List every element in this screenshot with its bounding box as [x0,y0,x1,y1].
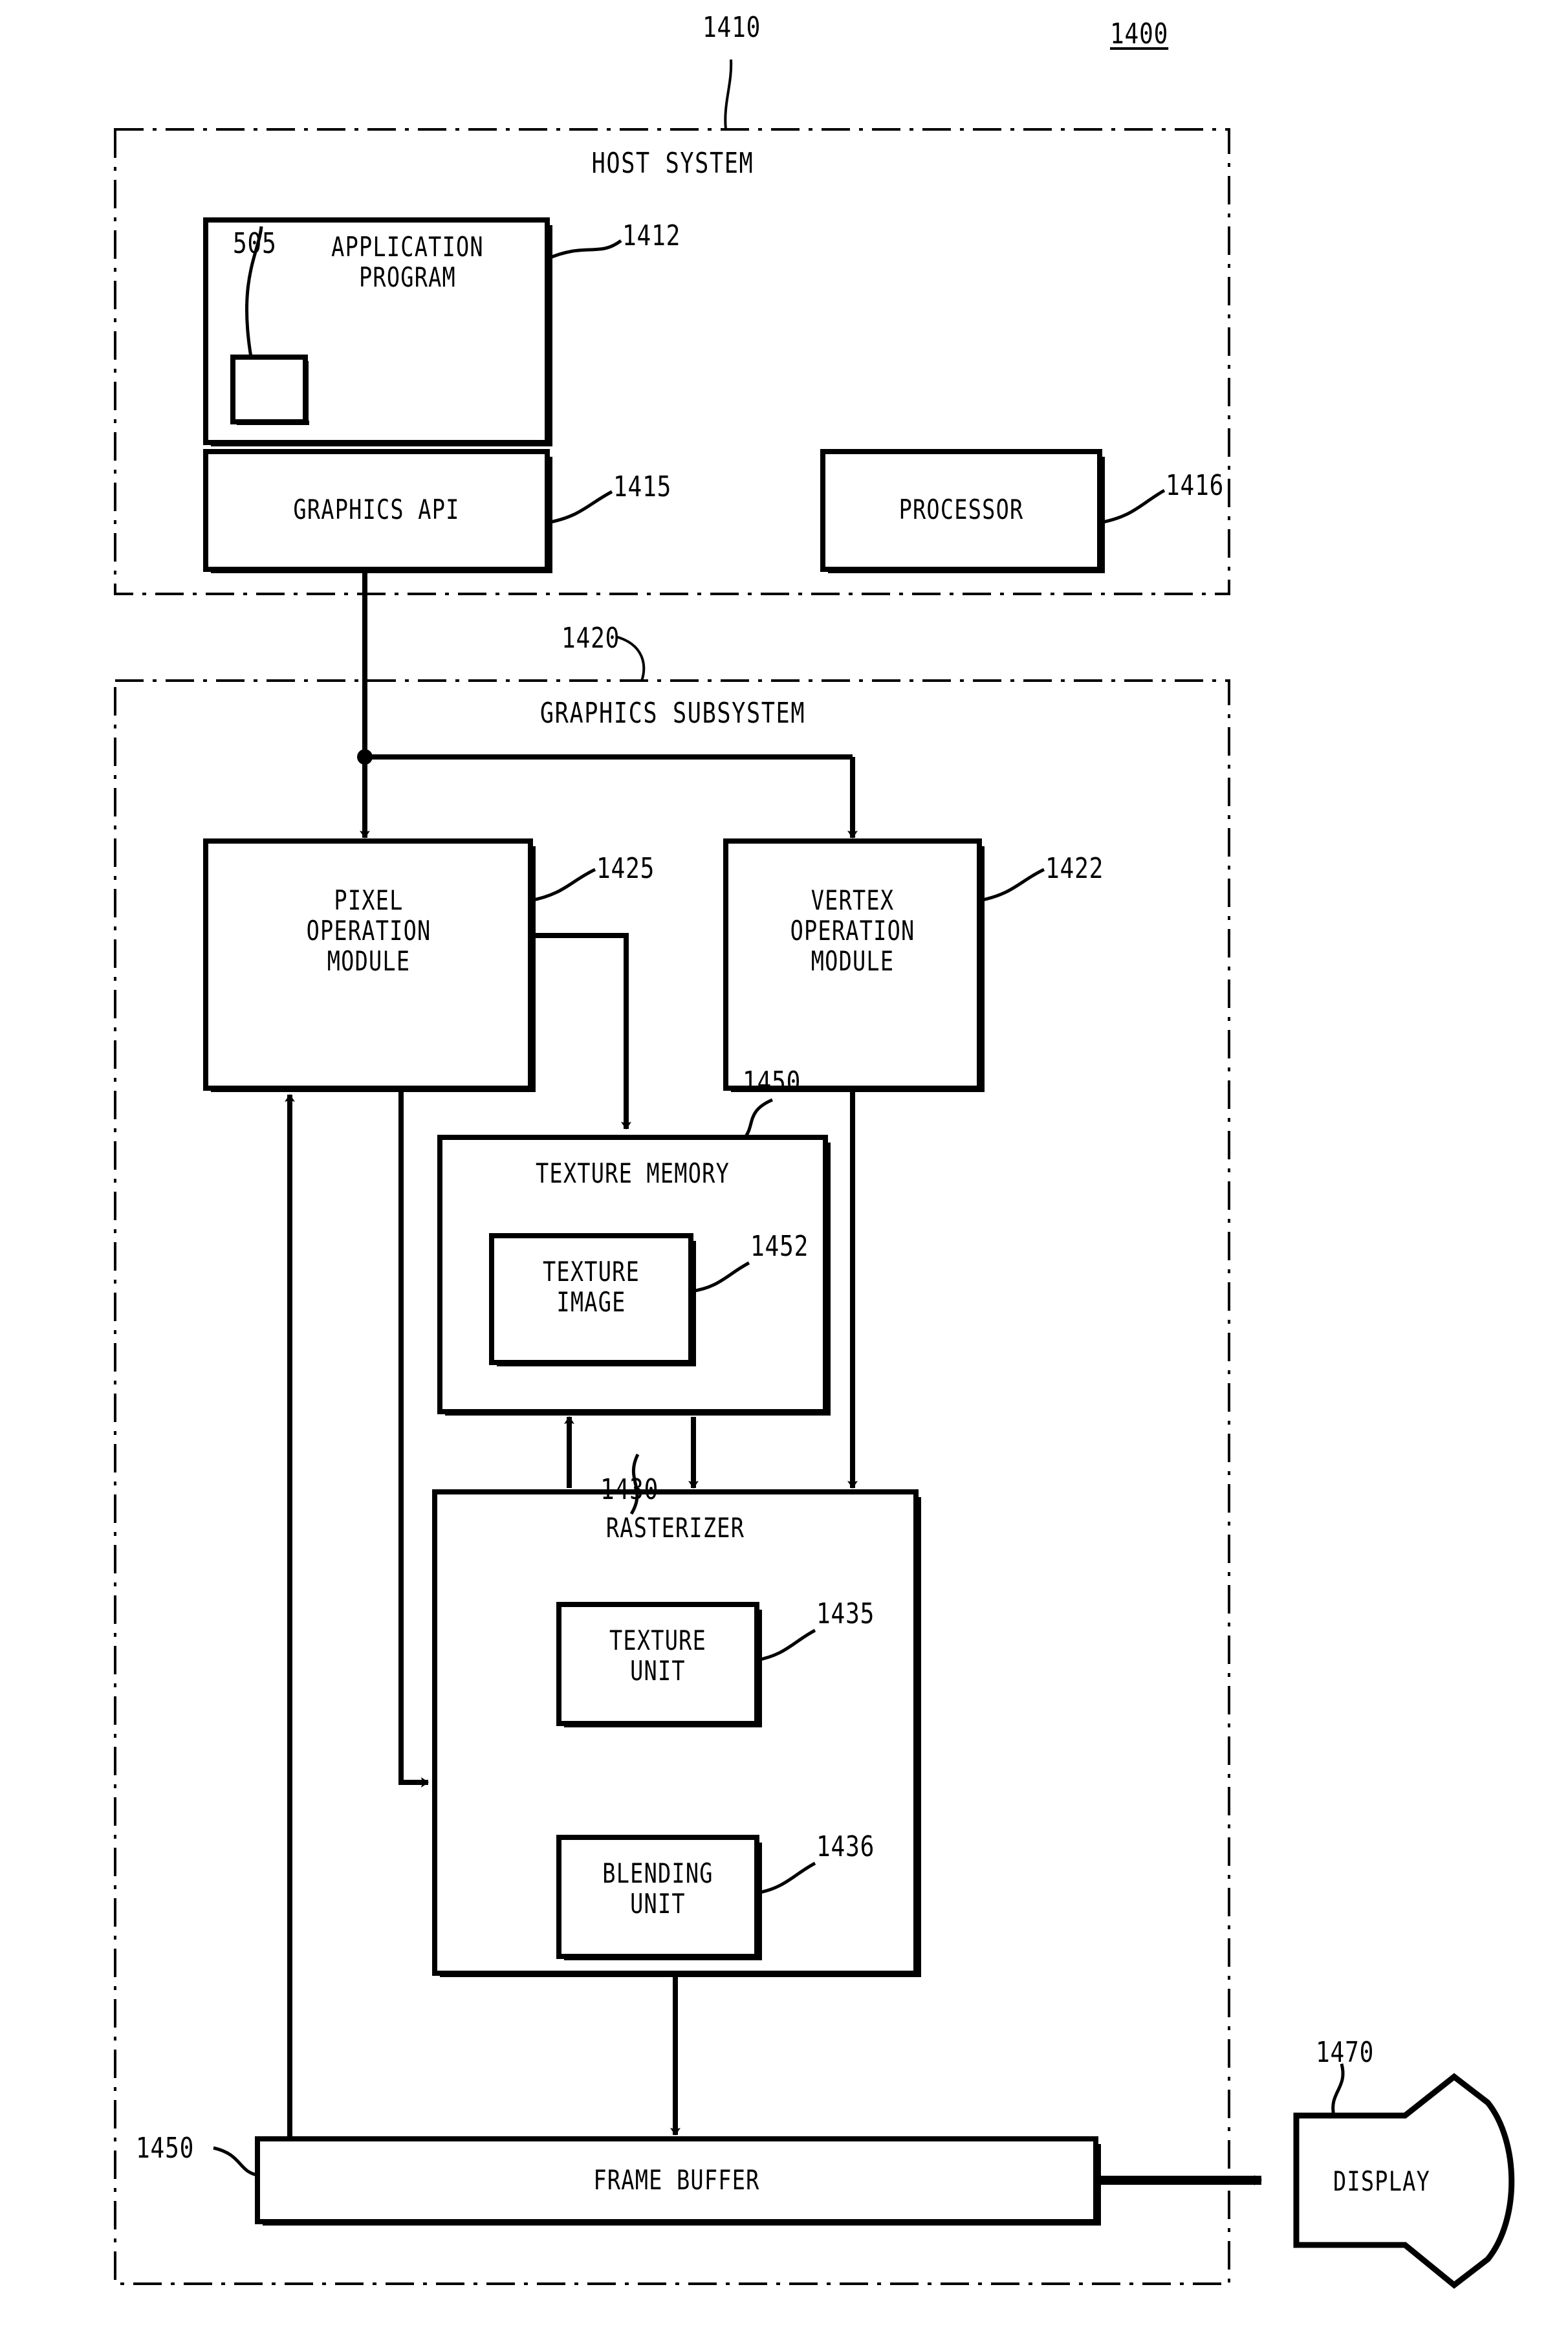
application-program-ref: 1412 [622,219,681,252]
host-system-boundary [114,128,1230,595]
graphics-subsystem-ref: 1420 [561,622,620,655]
pixel-op-to-texture-memory [530,933,631,1130]
texture-memory-ref: 1450 [743,1066,801,1099]
pixel-operation-module-label: PIXEL OPERATION MODULE [306,884,431,978]
leader-1436 [756,1861,816,1895]
display-label: DISPLAY [1333,2165,1431,2197]
graphics-api-shadow2 [547,457,552,573]
graphics-api-ref: 1415 [613,470,672,503]
leader-1416 [1099,488,1166,525]
pixel-op-to-rasterizer [398,1088,429,1788]
blending-unit-ref: 1436 [816,1830,875,1863]
texture-memory-label: TEXTURE MEMORY [535,1157,730,1189]
leader-1435 [756,1628,816,1662]
blending-unit-shadow2 [757,1843,762,1960]
figure-ref-1400: 1400 [1110,17,1169,50]
leader-1410 [724,59,733,130]
leader-1412 [547,239,622,261]
texture-image-shadow2 [691,1241,696,1366]
host-system-title: HOST SYSTEM [591,147,754,180]
display-ref: 1470 [1316,2036,1375,2069]
texture-memory-shadow2 [825,1143,831,1416]
application-inner-shadow [237,421,309,425]
texture-image-label: TEXTURE IMAGE [542,1256,640,1319]
host-system-ref: 1410 [702,11,761,44]
graphics-api-label: GRAPHICS API [293,494,460,525]
rasterizer-ref: 1430 [600,1473,659,1506]
leader-1452 [690,1261,750,1293]
pixel-op-shadow [211,1087,536,1092]
texture-unit-label: TEXTURE UNIT [609,1625,707,1687]
rasterizer-shadow [440,1972,921,1977]
frame-buffer-label: FRAME BUFFER [593,2164,760,2196]
texture-memory-shadow [445,1410,831,1416]
figure-line-art [114,59,1515,2289]
leader-1450-texmem [743,1098,773,1140]
vertex-operation-module-ref: 1422 [1045,852,1104,885]
texture-image-ref: 1452 [750,1230,809,1263]
processor-shadow2 [1100,457,1105,573]
texture-unit-ref: 1435 [816,1597,875,1630]
pixel-op-shadow2 [530,846,536,1092]
vertex-operation-module-label: VERTEX OPERATION MODULE [790,884,915,978]
frame-buffer-shadow [263,2220,1101,2226]
leader-1420 [615,635,646,681]
leader-1425 [530,868,596,903]
leader-1422 [979,868,1045,903]
leader-1470 [1331,2063,1345,2116]
patent-figure-canvas: 1400 1410 HOST SYSTEM APPLICATION PROGRA… [0,0,1568,2331]
graphics-subsystem-boundary [114,679,1230,2285]
application-inner-shadow2 [304,361,309,424]
texture-unit-shadow [564,1722,762,1727]
leader-1415 [547,490,613,525]
texture-unit-shadow2 [757,1610,762,1727]
processor-ref: 1416 [1166,469,1225,502]
blending-unit-shadow [564,1955,762,1960]
rasterizer-label: RASTERIZER [605,1512,745,1544]
leader-1450-framebuffer [213,2146,258,2177]
graphics-subsystem-title: GRAPHICS SUBSYSTEM [539,697,806,730]
rasterizer-shadow2 [916,1497,921,1977]
application-inner-box [230,355,308,424]
graphics-api-shadow [211,568,552,573]
processor-shadow [828,568,1105,573]
application-program-inner-ref: 505 [233,227,277,260]
texture-image-shadow [497,1361,696,1366]
blending-unit-label: BLENDING UNIT [602,1857,713,1920]
pixel-operation-module-ref: 1425 [596,852,655,885]
processor-label: PROCESSOR [898,494,1024,525]
vertex-op-shadow2 [979,846,985,1092]
application-program-label: APPLICATION PROGRAM [331,231,484,294]
application-program-shadow [211,441,552,446]
frame-buffer-ref: 1450 [136,2132,195,2165]
